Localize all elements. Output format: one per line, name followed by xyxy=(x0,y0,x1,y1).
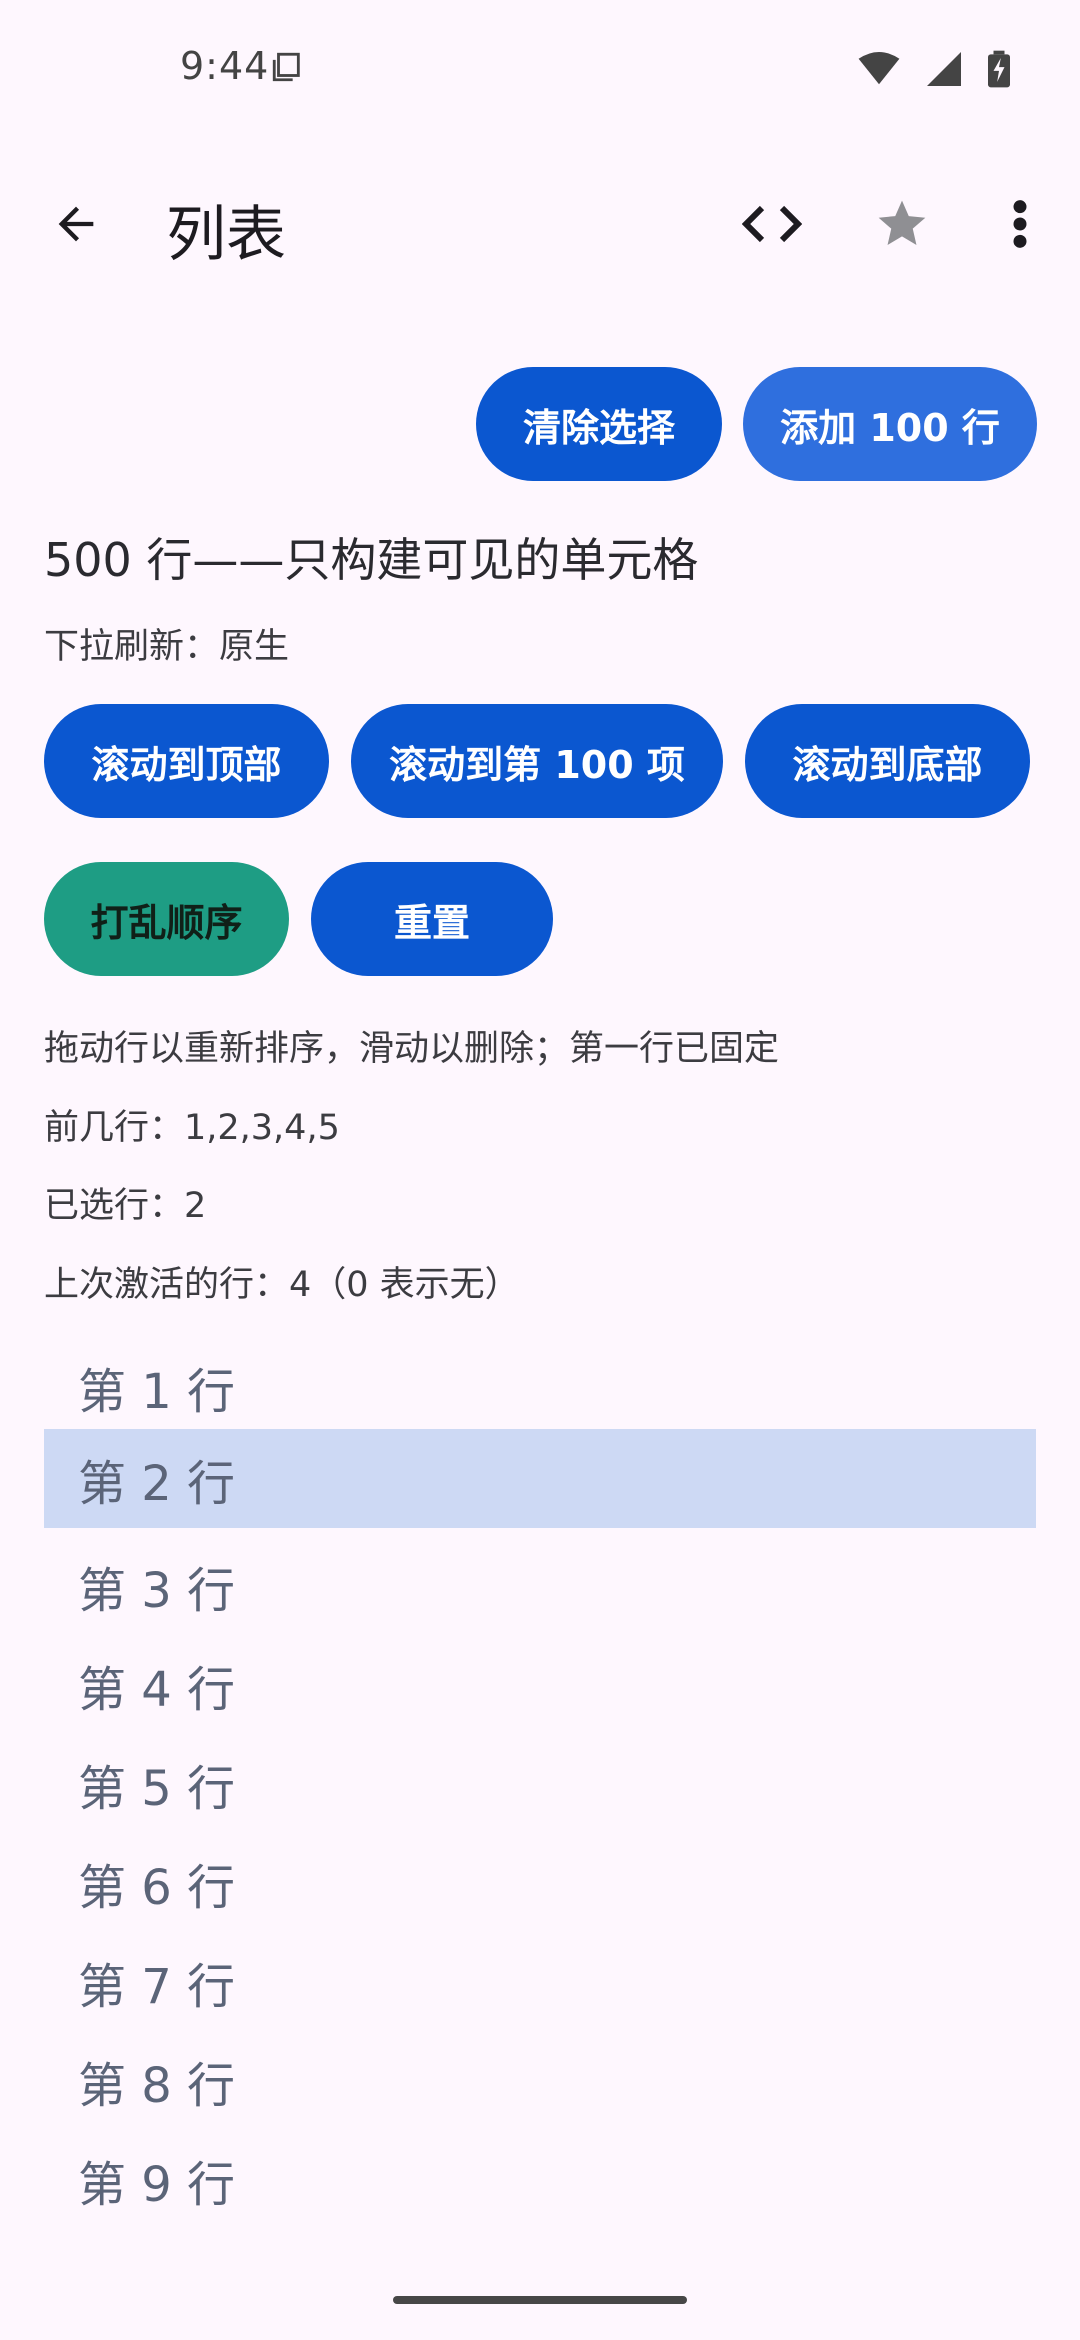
wifi-icon xyxy=(858,52,900,85)
screenshot-notification-icon xyxy=(272,52,300,82)
row-label: 第 8 行 xyxy=(78,2057,236,2114)
list-row-3[interactable]: 第 3 行 xyxy=(44,1536,1036,1635)
row-label: 第 6 行 xyxy=(78,1859,236,1916)
battery-charging-icon xyxy=(988,50,1010,88)
scroll-bottom-button[interactable]: 滚动到底部 xyxy=(745,704,1030,818)
cell-signal-icon xyxy=(927,52,961,86)
list-row-6[interactable]: 第 6 行 xyxy=(44,1833,1036,1932)
home-indicator[interactable] xyxy=(393,2296,687,2304)
code-icon xyxy=(742,205,802,243)
app-bar: 列表 xyxy=(0,170,1080,280)
star-icon xyxy=(878,200,926,245)
row-label: 第 7 行 xyxy=(78,1958,236,2015)
page-title: 列表 xyxy=(166,200,286,270)
row-label: 第 5 行 xyxy=(78,1760,236,1817)
list-row-4[interactable]: 第 4 行 xyxy=(44,1635,1036,1734)
status-time: 9:44 xyxy=(180,44,270,88)
row-label: 第 9 行 xyxy=(78,2156,236,2213)
row-label: 第 4 行 xyxy=(78,1661,236,1718)
view-source-button[interactable] xyxy=(736,188,808,260)
selected-rows-label: 已选行：2 xyxy=(44,1186,207,1226)
list-row-2[interactable]: 第 2 行 xyxy=(44,1429,1036,1528)
shuffle-button[interactable]: 打乱顺序 xyxy=(44,862,289,976)
row-label: 第 2 行 xyxy=(78,1455,236,1512)
back-button[interactable] xyxy=(40,188,112,260)
add-rows-button[interactable]: 添加 100 行 xyxy=(743,367,1037,481)
list-heading: 500 行——只构建可见的单元格 xyxy=(44,533,699,587)
first-rows-label: 前几行：1,2,3,4,5 xyxy=(44,1108,340,1148)
list-row-9[interactable]: 第 9 行 xyxy=(44,2130,1036,2229)
list-row-7[interactable]: 第 7 行 xyxy=(44,1932,1036,2031)
pull-refresh-label: 下拉刷新：原生 xyxy=(44,627,290,667)
status-bar: 9:44 xyxy=(0,0,1080,140)
list-row-1[interactable]: 第 1 行 xyxy=(44,1337,1036,1436)
more-options-button[interactable] xyxy=(984,188,1056,260)
scroll-top-button[interactable]: 滚动到顶部 xyxy=(44,704,329,818)
more-vert-icon xyxy=(1013,200,1027,248)
row-label: 第 3 行 xyxy=(78,1562,236,1619)
last-activated-label: 上次激活的行：4（0 表示无） xyxy=(44,1265,520,1305)
status-icons xyxy=(858,50,1010,88)
clear-selection-button[interactable]: 清除选择 xyxy=(476,367,722,481)
list-row-5[interactable]: 第 5 行 xyxy=(44,1734,1036,1833)
scroll-to-100-button[interactable]: 滚动到第 100 项 xyxy=(351,704,723,818)
back-arrow-icon xyxy=(58,206,94,242)
row-label: 第 1 行 xyxy=(78,1363,236,1420)
list-row-8[interactable]: 第 8 行 xyxy=(44,2031,1036,2130)
reset-button[interactable]: 重置 xyxy=(311,862,553,976)
favorite-button[interactable] xyxy=(866,188,938,260)
reorder-hint: 拖动行以重新排序，滑动以删除；第一行已固定 xyxy=(44,1029,780,1069)
